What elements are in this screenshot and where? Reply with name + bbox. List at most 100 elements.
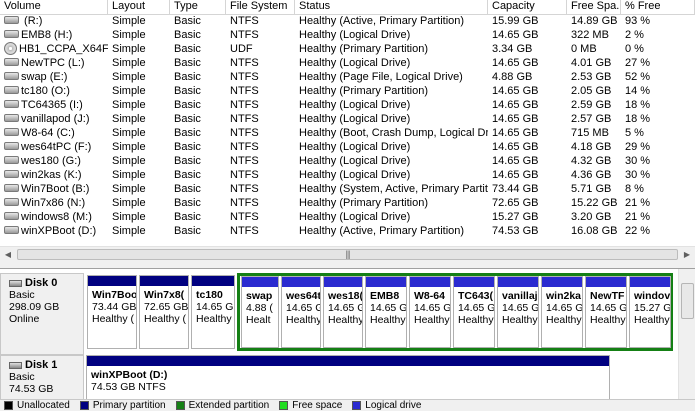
capacity-cell: 14.65 GB bbox=[488, 112, 567, 126]
layout-cell-text: Simple bbox=[112, 15, 146, 27]
percent-free-cell-text: 22 % bbox=[625, 225, 651, 237]
partition-size: 14.65 G bbox=[458, 302, 495, 314]
partition-bar bbox=[630, 277, 670, 287]
partition-size: 14.65 G bbox=[370, 302, 407, 314]
table-row[interactable]: winXPBoot (D:) Simple Basic NTFS Healthy (Ac… bbox=[0, 224, 695, 238]
status-cell-text: Healthy (Primary Partition) bbox=[299, 85, 428, 97]
type-cell-text: Basic bbox=[174, 141, 201, 153]
column-header-percent-free[interactable]: % Free bbox=[621, 0, 695, 14]
column-header-volume[interactable]: Volume bbox=[0, 0, 108, 14]
layout-cell-text: Simple bbox=[112, 113, 146, 125]
table-row[interactable]: EMB8 (H:) Simple Basic NTFS Healthy (Logical… bbox=[0, 28, 695, 42]
partition-status: Healthy bbox=[502, 314, 538, 326]
partition-name: swap bbox=[246, 290, 273, 302]
volume-cell: windows8 (M:) bbox=[0, 210, 108, 224]
volume-cell: (R:) bbox=[0, 14, 108, 28]
partition-1[interactable]: Win7x8(72.65 GB Healthy ( bbox=[139, 275, 189, 349]
table-row[interactable]: win2kas (K:) Simple Basic NTFS Healthy (Logi… bbox=[0, 168, 695, 182]
scroll-right-arrow-icon[interactable]: ▶ bbox=[679, 247, 695, 263]
partition-4[interactable]: wes64t 14.65 G Healthy bbox=[281, 276, 321, 348]
partition-12[interactable]: windov 15.27 G Healthy bbox=[629, 276, 671, 348]
table-row[interactable]: NewTPC (L:) Simple Basic NTFS Healthy (Logic… bbox=[0, 56, 695, 70]
table-row[interactable]: swap (E:) Simple Basic NTFS Healthy (Page Fi… bbox=[0, 70, 695, 84]
disk-0-info[interactable]: Disk 0 Basic 298.09 GB Online bbox=[0, 273, 84, 355]
partition-8[interactable]: TC643(14.65 G Healthy bbox=[453, 276, 495, 348]
table-row[interactable]: (R:) Simple Basic NTFS Healthy (Active, Prim… bbox=[0, 14, 695, 28]
type-cell-text: Basic bbox=[174, 85, 201, 97]
column-header-layout[interactable]: Layout bbox=[108, 0, 170, 14]
partition-winxpboot[interactable]: winXPBoot (D:) 74.53 GB NTFS bbox=[86, 355, 610, 399]
type-cell: Basic bbox=[170, 70, 226, 84]
volume-cell: EMB8 (H:) bbox=[0, 28, 108, 42]
partition-9[interactable]: vanillaj 14.65 G Healthy bbox=[497, 276, 539, 348]
table-row[interactable]: windows8 (M:) Simple Basic NTFS Healthy (Log… bbox=[0, 210, 695, 224]
partition-3[interactable]: swap 4.88 (Healt bbox=[241, 276, 279, 348]
percent-free-cell-text: 27 % bbox=[625, 57, 651, 69]
capacity-cell-text: 14.65 GB bbox=[492, 141, 539, 153]
table-row[interactable]: wes64tPC (F:) Simple Basic NTFS Healthy (Log… bbox=[0, 140, 695, 154]
type-cell: Basic bbox=[170, 140, 226, 154]
table-row[interactable]: TC64365 (I:) Simple Basic NTFS Healthy (Logi… bbox=[0, 98, 695, 112]
capacity-cell: 74.53 GB bbox=[488, 224, 567, 238]
partition-bar bbox=[366, 277, 406, 287]
status-cell: Healthy (Logical Drive) bbox=[295, 168, 488, 182]
type-cell: Basic bbox=[170, 112, 226, 126]
file-system-cell-text: NTFS bbox=[230, 99, 259, 111]
partition-5[interactable]: wes18(14.65 G Healthy bbox=[323, 276, 363, 348]
table-row[interactable]: wes180 (G:) Simple Basic NTFS Healthy (Logic… bbox=[0, 154, 695, 168]
scroll-left-arrow-icon[interactable]: ◀ bbox=[0, 247, 16, 263]
column-header-capacity[interactable]: Capacity bbox=[488, 0, 567, 14]
table-row[interactable]: Win7x86 (N:) Simple Basic NTFS Healthy (Prim… bbox=[0, 196, 695, 210]
percent-free-cell-text: 18 % bbox=[625, 113, 651, 125]
free-space-cell-text: 0 MB bbox=[571, 43, 597, 55]
partition-10[interactable]: win2ka 14.65 G Healthy bbox=[541, 276, 583, 348]
table-row[interactable]: W8-64 (C:) Simple Basic NTFS Healthy (Boot, … bbox=[0, 126, 695, 140]
drive-icon bbox=[4, 30, 19, 39]
file-system-cell-text: UDF bbox=[230, 43, 253, 55]
table-row[interactable]: Win7Boot (B:) Simple Basic NTFS Healthy (Sys… bbox=[0, 182, 695, 196]
column-header-status[interactable]: Status bbox=[295, 0, 488, 14]
horizontal-scrollbar[interactable]: ◀ ||| ▶ bbox=[0, 246, 695, 263]
file-system-cell-text: NTFS bbox=[230, 29, 259, 41]
partition-7[interactable]: W8-64 14.65 G Healthy bbox=[409, 276, 451, 348]
percent-free-cell: 93 % bbox=[621, 14, 695, 28]
layout-cell-text: Simple bbox=[112, 155, 146, 167]
table-row[interactable]: HB1_CCPA_X64FR... Simple Basic UDF Healthy (… bbox=[0, 42, 695, 56]
partition-2[interactable]: tc180 14.65 G Healthy bbox=[191, 275, 235, 349]
volume-cell-text: NewTPC (L:) bbox=[21, 57, 85, 69]
volume-cell: win2kas (K:) bbox=[0, 168, 108, 182]
column-header-free-space[interactable]: Free Spa... bbox=[567, 0, 621, 14]
percent-free-cell-text: 0 % bbox=[625, 43, 644, 55]
partition-bar bbox=[454, 277, 494, 287]
table-row[interactable]: tc180 (O:) Simple Basic NTFS Healthy (Primar… bbox=[0, 84, 695, 98]
partition-bar bbox=[586, 277, 626, 287]
status-cell: Healthy (Primary Partition) bbox=[295, 84, 488, 98]
volume-cell-text: tc180 (O:) bbox=[21, 85, 70, 97]
status-cell: Healthy (Primary Partition) bbox=[295, 196, 488, 210]
layout-cell: Simple bbox=[108, 14, 170, 28]
file-system-cell-text: NTFS bbox=[230, 169, 259, 181]
scrollbar-thumb[interactable] bbox=[681, 283, 694, 319]
disk-1-info[interactable]: Disk 1 Basic 74.53 GB bbox=[0, 355, 84, 399]
file-system-cell: NTFS bbox=[226, 196, 295, 210]
partition-0[interactable]: Win7Boo 73.44 GB Healthy ( bbox=[87, 275, 137, 349]
file-system-cell: UDF bbox=[226, 42, 295, 56]
status-cell-text: Healthy (Logical Drive) bbox=[299, 211, 411, 223]
file-system-cell-text: NTFS bbox=[230, 127, 259, 139]
layout-cell: Simple bbox=[108, 196, 170, 210]
free-space-cell: 4.01 GB bbox=[567, 56, 621, 70]
layout-cell-text: Simple bbox=[112, 85, 146, 97]
disk-size: 298.09 GB bbox=[9, 301, 60, 313]
partition-name: wes18( bbox=[328, 290, 363, 302]
type-cell: Basic bbox=[170, 182, 226, 196]
partition-11[interactable]: NewTF 14.65 G Healthy bbox=[585, 276, 627, 348]
column-header-file-system[interactable]: File System bbox=[226, 0, 295, 14]
capacity-cell-text: 3.34 GB bbox=[492, 43, 533, 55]
scrollbar-thumb[interactable]: ||| bbox=[17, 249, 678, 260]
disk-size: 74.53 GB bbox=[9, 383, 54, 395]
partition-6[interactable]: EMB8 14.65 G Healthy bbox=[365, 276, 407, 348]
partition-status: Healthy bbox=[414, 314, 450, 326]
table-row[interactable]: vanillapod (J:) Simple Basic NTFS Healthy (L… bbox=[0, 112, 695, 126]
column-header-type[interactable]: Type bbox=[170, 0, 226, 14]
vertical-scrollbar[interactable] bbox=[678, 269, 695, 399]
